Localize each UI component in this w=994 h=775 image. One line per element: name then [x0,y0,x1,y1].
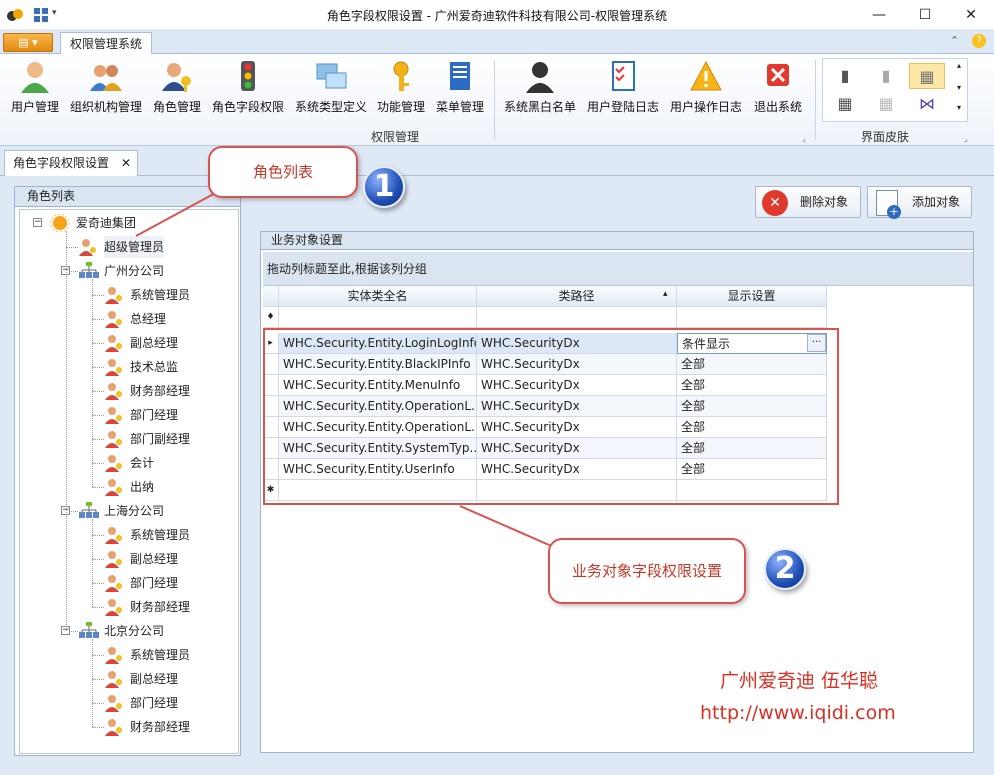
callout-field-permission: 业务对象字段权限设置 [548,538,746,604]
callout-pointers [135,183,557,549]
badge-two: 2 [764,548,806,590]
badge-one: 1 [363,166,405,208]
watermark-url: http://www.iqidi.com [700,702,896,724]
watermark-author: 广州爱奇迪 伍华聪 [720,670,879,692]
callout-role-list: 角色列表 [208,146,358,198]
